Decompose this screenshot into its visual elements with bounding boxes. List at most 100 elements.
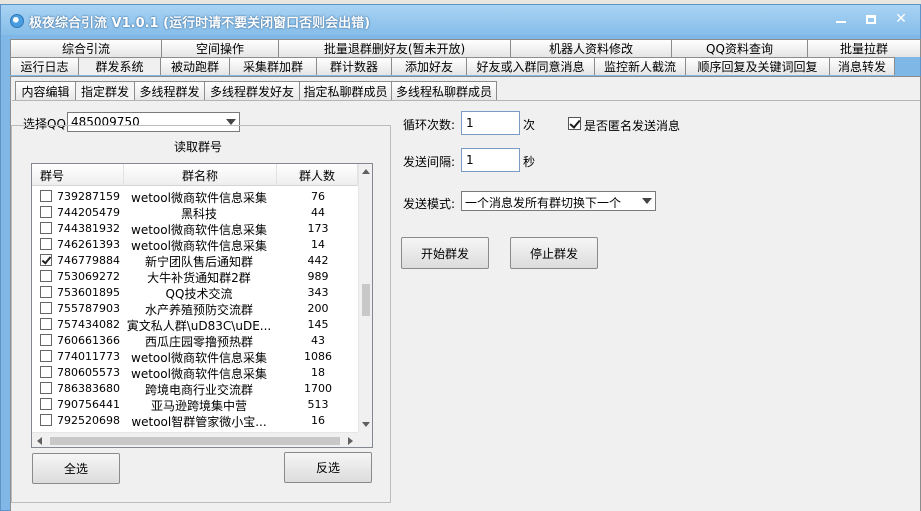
group-name-cell: wetool微商软件信息采集	[131, 239, 267, 253]
row-checkbox[interactable]	[40, 414, 52, 426]
row-checkbox[interactable]	[40, 286, 52, 298]
invert-selection-button[interactable]: 反选	[284, 452, 372, 483]
scroll-right-icon[interactable]	[348, 437, 353, 445]
read-group-title: 读取群号	[171, 138, 226, 155]
table-row[interactable]: 744205479 黑科技 44	[32, 205, 358, 221]
table-row[interactable]: 780605573 wetool微商软件信息采集 18	[32, 365, 358, 381]
member-count-cell: 16	[311, 414, 325, 427]
group-id-cell: 755787903	[57, 302, 120, 315]
column-member-count[interactable]: 群人数	[277, 164, 358, 186]
row-checkbox[interactable]	[40, 382, 52, 394]
row-checkbox[interactable]	[40, 254, 52, 266]
member-count-cell: 44	[311, 206, 325, 219]
table-row[interactable]: 746261393 wetool微商软件信息采集 14	[32, 237, 358, 253]
group-id-cell: 792520698	[57, 414, 120, 427]
group-name-cell: 寅文私人群\uD83C\uDE...	[126, 319, 272, 333]
loop-count-input[interactable]: 1	[461, 111, 520, 135]
anonymous-label: 是否匿名发送消息	[584, 119, 681, 133]
group-id-cell: 774011773	[57, 350, 120, 363]
subtab-multithread-private[interactable]: 多线程私聊群成员	[391, 81, 497, 100]
title-bar[interactable]: 极夜综合引流 V1.0.1 (运行时请不要关闭窗口否则会出错) ✕	[1, 5, 920, 35]
send-interval-label: 发送间隔:	[403, 155, 456, 169]
table-row[interactable]: 753601895 QQ技术交流 343	[32, 285, 358, 301]
table-row[interactable]: 760661366 西瓜庄园零撸预热群 43	[32, 333, 358, 349]
row-checkbox[interactable]	[40, 398, 52, 410]
close-button[interactable]: ✕	[887, 9, 915, 29]
scroll-up-icon[interactable]	[362, 169, 370, 174]
row-checkbox[interactable]	[40, 222, 52, 234]
table-row[interactable]: 790756441 亚马逊跨境集中营 513	[32, 397, 358, 413]
column-group-id[interactable]: 群号	[32, 164, 124, 186]
row-checkbox[interactable]	[40, 334, 52, 346]
row-checkbox[interactable]	[40, 270, 52, 282]
hscroll-thumb[interactable]	[50, 437, 340, 445]
tab-comprehensive-drainage[interactable]: 综合引流	[10, 39, 162, 57]
tab-message-forward[interactable]: 消息转发	[829, 57, 895, 75]
sub-tabs: 内容编辑 指定群发 多线程群发 多线程群发好友 指定私聊群成员 多线程私聊群成员	[15, 81, 497, 100]
start-send-button[interactable]: 开始群发	[401, 237, 489, 269]
table-row[interactable]: 755787903 水产养殖预防交流群 200	[32, 301, 358, 317]
member-count-cell: 442	[307, 254, 329, 267]
send-interval-unit: 秒	[523, 155, 536, 169]
table-row[interactable]: 739287159 wetool微商软件信息采集 76	[32, 189, 358, 205]
table-row[interactable]: 744381932 wetool微商软件信息采集 173	[32, 221, 358, 237]
horizontal-scrollbar[interactable]	[32, 432, 358, 447]
close-icon: ✕	[895, 11, 907, 27]
row-checkbox[interactable]	[40, 206, 52, 218]
row-checkbox[interactable]	[40, 190, 52, 202]
member-count-cell: 1700	[304, 382, 332, 395]
vertical-scrollbar[interactable]	[358, 164, 372, 432]
table-row[interactable]: 792520698 wetool智群管家微小宝... 16	[32, 413, 358, 429]
table-row[interactable]: 786383680 跨境电商行业交流群 1700	[32, 381, 358, 397]
table-row[interactable]: 753069272 大牛补货通知群2群 989	[32, 269, 358, 285]
subtab-private-members[interactable]: 指定私聊群成员	[299, 81, 392, 100]
tab-passive-group[interactable]: 被动跑群	[160, 57, 230, 75]
tab-add-friends[interactable]: 添加好友	[391, 57, 467, 75]
tab-agree-messages[interactable]: 好友或入群同意消息	[466, 57, 595, 75]
subtab-specified-send[interactable]: 指定群发	[75, 81, 135, 100]
scroll-thumb[interactable]	[362, 284, 370, 316]
column-group-name[interactable]: 群名称	[124, 164, 277, 186]
chevron-down-icon	[642, 198, 652, 204]
send-mode-select[interactable]: 一个消息发所有群切换下一个	[461, 191, 656, 211]
tab-space-ops[interactable]: 空间操作	[161, 39, 279, 57]
window-title: 极夜综合引流 V1.0.1 (运行时请不要关闭窗口否则会出错)	[29, 16, 371, 31]
tab-batch-quit[interactable]: 批量退群删好友(暂未开放)	[278, 39, 511, 57]
table-row[interactable]: 757434082 寅文私人群\uD83C\uDE... 145	[32, 317, 358, 333]
row-checkbox[interactable]	[40, 318, 52, 330]
tab-batch-pull-group[interactable]: 批量拉群	[807, 39, 921, 57]
send-interval-input[interactable]: 1	[461, 148, 520, 172]
group-name-cell: 新宁团队售后通知群	[144, 255, 253, 269]
row-checkbox[interactable]	[40, 366, 52, 378]
subtab-multithread-friends[interactable]: 多线程群发好友	[204, 81, 300, 100]
group-id-cell: 780605573	[57, 366, 120, 379]
group-name-cell: 黑科技	[180, 207, 217, 221]
tab-group-send[interactable]: 群发系统	[78, 57, 161, 75]
subtab-multithread-send[interactable]: 多线程群发	[134, 81, 205, 100]
maximize-button[interactable]	[857, 9, 885, 29]
tab-qq-query[interactable]: QQ资料查询	[671, 39, 808, 57]
group-id-cell: 760661366	[57, 334, 120, 347]
tab-monitor-newcomers[interactable]: 监控新人截流	[594, 57, 686, 75]
stop-send-button[interactable]: 停止群发	[510, 237, 598, 269]
scroll-left-icon[interactable]	[37, 437, 42, 445]
tab-collect-join[interactable]: 采集群加群	[229, 57, 317, 75]
minimize-button[interactable]	[827, 9, 855, 29]
tab-run-log[interactable]: 运行日志	[10, 57, 79, 75]
table-row[interactable]: 746779884 新宁团队售后通知群 442	[32, 253, 358, 269]
row-checkbox[interactable]	[40, 350, 52, 362]
table-row[interactable]: 774011773 wetool微商软件信息采集 1086	[32, 349, 358, 365]
tab-keyword-reply[interactable]: 顺序回复及关键词回复	[685, 57, 830, 75]
row-checkbox[interactable]	[40, 302, 52, 314]
group-list[interactable]: 群号 群名称 群人数 739287159 wetool微商软件信息采集 76 7442…	[31, 163, 373, 448]
select-all-button[interactable]: 全选	[32, 453, 120, 484]
tab-group-counter[interactable]: 群计数器	[316, 57, 392, 75]
group-name-cell: 亚马逊跨境集中营	[150, 399, 247, 413]
subtab-content-edit[interactable]: 内容编辑	[15, 81, 76, 100]
row-checkbox[interactable]	[40, 238, 52, 250]
member-count-cell: 43	[311, 334, 325, 347]
tab-robot-profile[interactable]: 机器人资料修改	[510, 39, 672, 57]
anonymous-checkbox[interactable]	[568, 117, 581, 130]
group-name-cell: 大牛补货通知群2群	[147, 271, 251, 285]
scroll-down-icon[interactable]	[362, 422, 370, 427]
